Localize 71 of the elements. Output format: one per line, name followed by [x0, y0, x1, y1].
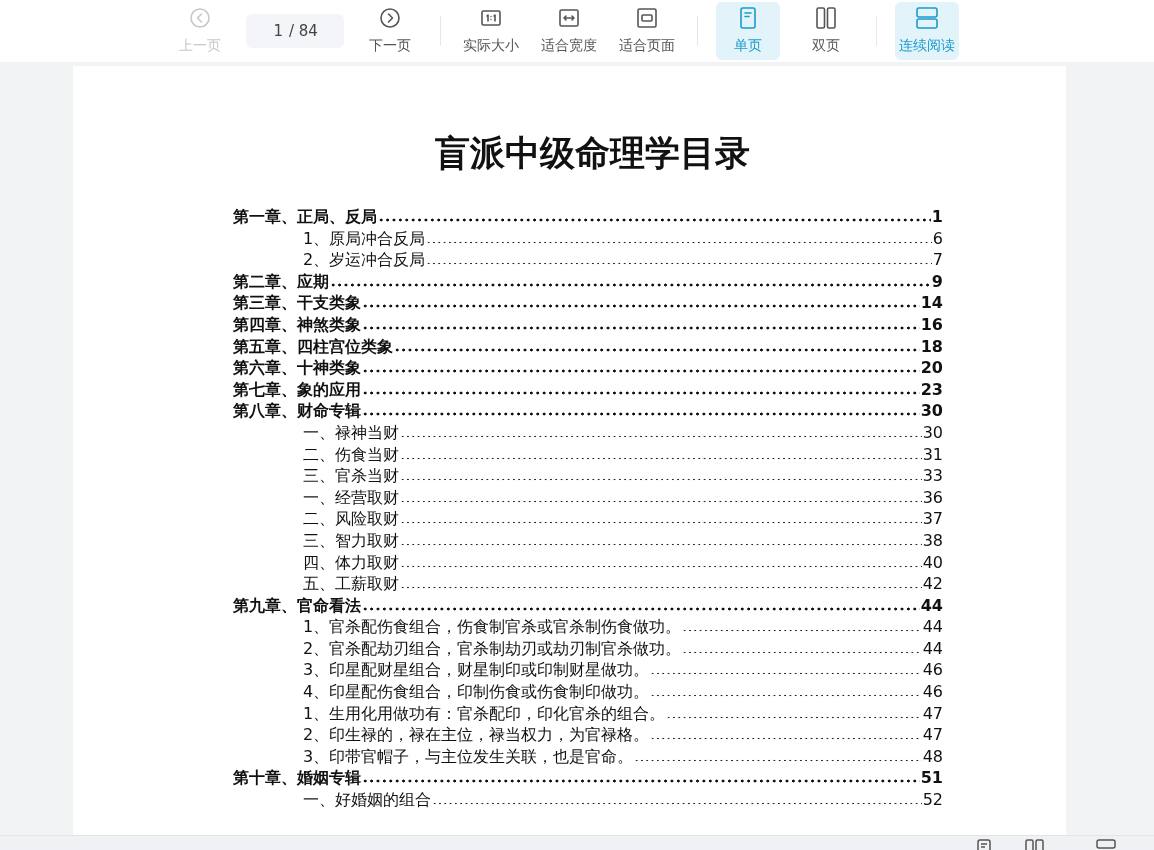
- page-number: 40: [922, 551, 943, 574]
- toc-entry-title: 三、智力取财: [303, 529, 399, 552]
- toc-entry-title: 2、印生禄的，禄在主位，禄当权力，为官禄格。: [303, 724, 650, 746]
- page-number: 7: [932, 249, 943, 271]
- page-number: 38: [922, 529, 943, 552]
- page-number: 47: [922, 702, 943, 725]
- fit-page-button[interactable]: 适合页面: [615, 2, 679, 60]
- actual-size-button[interactable]: 实际大小: [459, 2, 523, 60]
- page-total: / 84: [286, 14, 344, 48]
- toc-entry-title: 2、岁运冲合反局: [303, 249, 426, 271]
- page-number-field[interactable]: 1: [246, 14, 286, 48]
- page-number: 30: [922, 421, 943, 444]
- toc-entry-title: 第五章、四柱宫位类象: [233, 335, 393, 358]
- page-number: 9: [931, 270, 943, 293]
- toc-entry-title: 第二章、应期: [233, 270, 329, 293]
- next-button[interactable]: 下一页: [358, 2, 422, 60]
- toc-entry-title: 3、印带官帽子，与主位发生关联，也是官命。: [303, 745, 634, 768]
- page-number: 14: [920, 292, 943, 314]
- toc-entry-title: 第八章、财命专辑: [233, 400, 361, 422]
- toc-entry-title: 2、官杀配劫刃组合，官杀制劫刃或劫刃制官杀做功。: [303, 637, 682, 660]
- toc-entry-title: 一、好婚姻的组合: [303, 789, 431, 811]
- toc-entry-title: 一、禄神当财: [303, 421, 399, 444]
- page-number: 6: [932, 227, 943, 250]
- toc-entry-title: 4、印星配伤食组合，印制伤食或伤食制印做功。: [303, 681, 650, 703]
- toc-entry-title: 第六章、十神类象: [233, 357, 361, 379]
- page-number: 46: [922, 659, 943, 682]
- page-number: 31: [922, 443, 943, 466]
- document-title: 盲派中级命理学目录: [434, 132, 751, 174]
- page-number: 1: [931, 206, 943, 228]
- page-number: 47: [922, 724, 943, 746]
- page-number: 42: [922, 573, 943, 595]
- page-number: 52: [922, 789, 943, 811]
- page-number: 46: [922, 681, 943, 703]
- toc-entry-title: 第一章、正局、反局: [233, 206, 377, 228]
- page-number: 44: [922, 616, 943, 638]
- page-number: 33: [922, 465, 943, 487]
- toc-entry-title: 1、官杀配伤食组合，伤食制官杀或官杀制伤食做功。: [303, 616, 682, 638]
- page-number: 48: [922, 745, 943, 768]
- page-number: 44: [920, 594, 943, 617]
- toc-entry-title: 三、官杀当财: [303, 465, 399, 487]
- toc-entry-title: 第三章、干支类象: [233, 292, 361, 314]
- next-icon: [378, 6, 402, 30]
- page-number: 30: [920, 400, 943, 422]
- toc-entry-title: 1、原局冲合反局: [303, 227, 426, 250]
- double-page-button[interactable]: 双页: [794, 2, 858, 60]
- fit-width-icon: [557, 6, 581, 30]
- toc-entry-title: 第九章、官命看法: [233, 594, 361, 617]
- toc-entry-title: 五、工薪取财: [303, 573, 399, 595]
- page-number: 44: [922, 637, 943, 660]
- page-number: 16: [920, 313, 943, 336]
- previous-icon: [188, 6, 212, 30]
- double-page-icon: [814, 6, 838, 30]
- toc-entry-title: 二、伤食当财: [303, 443, 399, 466]
- toc-entry-title: 一、经营取财: [303, 486, 399, 509]
- page-number: 37: [922, 508, 943, 530]
- toc-entry-title: 第四章、神煞类象: [233, 313, 361, 336]
- page-number: 18: [920, 335, 943, 358]
- page-number: 51: [920, 767, 943, 790]
- toc-entry-title: 第七章、象的应用: [233, 378, 361, 401]
- page-number: 36: [922, 486, 943, 509]
- toc-entry-title: 1、生用化用做功有：官杀配印，印化官杀的组合。: [303, 702, 666, 725]
- continuous-icon: [915, 6, 939, 30]
- continuous-icon: [1096, 839, 1116, 850]
- page-number: 23: [920, 378, 943, 401]
- toc-entry-title: 第十章、婚姻专辑: [233, 767, 361, 790]
- fit-page-icon: [635, 6, 659, 30]
- page-number: 20: [920, 357, 943, 379]
- toc-entry-title: 3、印星配财星组合，财星制印或印制财星做功。: [303, 659, 650, 682]
- toc-entry-title: 四、体力取财: [303, 551, 399, 574]
- toc-entry-title: 二、风险取财: [303, 508, 399, 530]
- fit-width-button[interactable]: 适合宽度: [537, 2, 601, 60]
